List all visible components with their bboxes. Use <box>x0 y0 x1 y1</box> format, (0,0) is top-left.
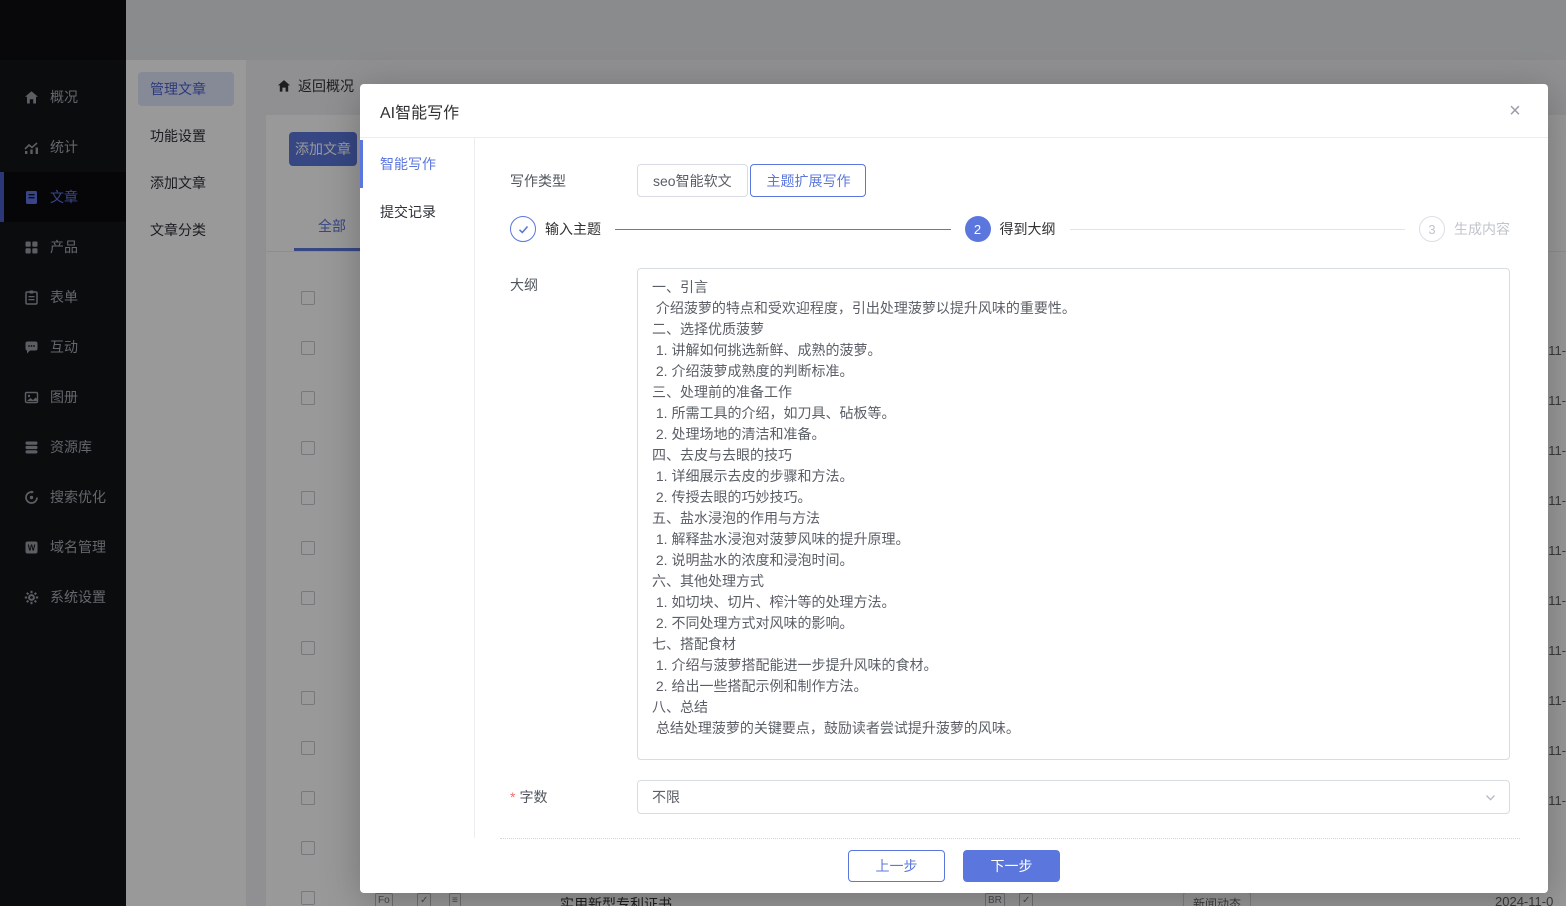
type-option-topic-expansion[interactable]: 主题扩展写作 <box>750 164 867 197</box>
previous-step-button[interactable]: 上一步 <box>848 849 945 882</box>
step3-label: 生成内容 <box>1454 221 1510 237</box>
word-count-select[interactable]: 不限 <box>637 780 1510 814</box>
modal-body: 智能写作 提交记录 写作类型 seo智能软文 主题扩展写作 输入主题 2 得到大… <box>360 138 1548 838</box>
word-count-value: 不限 <box>652 789 680 805</box>
chevron-down-icon <box>1484 791 1497 804</box>
outline-textarea[interactable]: 一、引言 介绍菠萝的特点和受欢迎程度，引出处理菠萝以提升风味的重要性。 二、选择… <box>637 268 1510 760</box>
step-connector <box>615 228 951 230</box>
modal-title: AI智能写作 <box>380 104 460 122</box>
outline-label: 大纲 <box>510 277 538 293</box>
modal-content: 写作类型 seo智能软文 主题扩展写作 输入主题 2 得到大纲 3 生成内容 大… <box>475 138 1548 838</box>
modal-tabs: 智能写作 提交记录 <box>360 138 475 838</box>
step3-number: 3 <box>1419 216 1445 242</box>
steps-indicator: 输入主题 2 得到大纲 3 生成内容 <box>510 216 1510 242</box>
modal-header: AI智能写作 × <box>360 84 1548 138</box>
writing-type-label: 写作类型 <box>510 173 566 189</box>
modal-footer: 上一步 下一步 <box>360 838 1548 893</box>
required-asterisk: * <box>510 789 516 805</box>
ai-writing-modal: AI智能写作 × 智能写作 提交记录 写作类型 seo智能软文 主题扩展写作 输… <box>360 84 1548 893</box>
word-count-label-text: 字数 <box>519 789 548 805</box>
word-count-row: * 字数 不限 <box>510 780 1510 814</box>
step2-number: 2 <box>964 216 991 242</box>
tab-smart-writing[interactable]: 智能写作 <box>360 140 474 188</box>
tab-label: 智能写作 <box>380 156 436 172</box>
type-option-seo[interactable]: seo智能软文 <box>637 164 748 197</box>
next-step-button[interactable]: 下一步 <box>963 849 1060 882</box>
outline-row: 大纲 一、引言 介绍菠萝的特点和受欢迎程度，引出处理菠萝以提升风味的重要性。 二… <box>510 268 1510 760</box>
step1-check-icon <box>510 216 536 242</box>
step-connector <box>1069 228 1405 230</box>
tab-submission-records[interactable]: 提交记录 <box>360 188 474 236</box>
close-icon[interactable]: × <box>1502 98 1528 124</box>
step1-label: 输入主题 <box>545 221 601 237</box>
word-count-label: * 字数 <box>510 780 637 814</box>
tab-label: 提交记录 <box>380 204 436 220</box>
step2-label: 得到大纲 <box>999 221 1056 237</box>
writing-type-row: 写作类型 seo智能软文 主题扩展写作 <box>510 164 1510 197</box>
writing-type-options: seo智能软文 主题扩展写作 <box>637 164 1510 197</box>
